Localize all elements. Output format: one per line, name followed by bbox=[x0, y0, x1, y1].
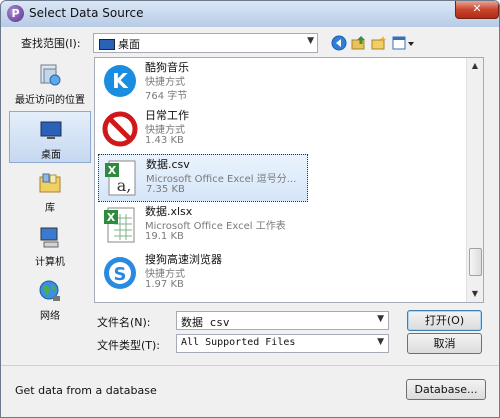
window-title: Select Data Source bbox=[29, 6, 144, 20]
file-size: 7.35 KB bbox=[146, 184, 185, 195]
vertical-scrollbar[interactable]: ▲ ▼ bbox=[466, 58, 483, 302]
views-menu-icon[interactable] bbox=[392, 35, 416, 51]
xlsx-file-icon: X bbox=[104, 207, 135, 243]
file-list[interactable]: K 酷狗音乐 快捷方式 764 字节 日常工作 快捷方式 1.43 KB X a… bbox=[94, 57, 484, 303]
desktop-icon bbox=[99, 39, 115, 50]
place-label: 网络 bbox=[40, 311, 60, 322]
place-label: 最近访问的位置 bbox=[15, 95, 85, 106]
place-computer[interactable]: 计算机 bbox=[9, 219, 91, 271]
place-label: 库 bbox=[45, 203, 55, 214]
cancel-button[interactable]: 取消 bbox=[407, 333, 482, 354]
list-item[interactable]: K 酷狗音乐 快捷方式 764 字节 bbox=[98, 58, 308, 106]
divider bbox=[1, 365, 499, 366]
network-icon bbox=[39, 280, 60, 301]
filename-field[interactable]: 数据 csv ▼ bbox=[176, 311, 389, 330]
lookin-label: 查找范围(I): bbox=[21, 37, 81, 50]
list-item[interactable]: S 搜狗高速浏览器 快捷方式 1.97 KB bbox=[98, 250, 308, 298]
scrollbar-thumb[interactable] bbox=[469, 248, 482, 276]
svg-text:X: X bbox=[107, 211, 116, 224]
chevron-down-icon[interactable]: ▼ bbox=[377, 337, 384, 347]
svg-text:a,: a, bbox=[117, 176, 132, 195]
place-recent[interactable]: 最近访问的位置 bbox=[9, 57, 91, 109]
file-type: Microsoft Office Excel 逗号分... bbox=[146, 174, 297, 185]
up-folder-icon[interactable] bbox=[351, 35, 367, 51]
lookin-value: 桌面 bbox=[118, 38, 140, 51]
file-size: 19.1 KB bbox=[145, 231, 184, 242]
desktop-icon bbox=[40, 121, 62, 139]
file-type: 快捷方式 bbox=[145, 125, 185, 136]
svg-text:S: S bbox=[114, 264, 127, 285]
scroll-down-icon[interactable]: ▼ bbox=[467, 286, 483, 302]
close-button[interactable]: ✕ bbox=[455, 1, 499, 19]
back-icon[interactable] bbox=[331, 35, 347, 51]
database-button[interactable]: Database... bbox=[406, 379, 486, 400]
place-desktop[interactable]: 桌面 bbox=[9, 111, 91, 163]
sogou-browser-icon: S bbox=[104, 257, 136, 289]
libraries-icon bbox=[39, 173, 61, 193]
list-item[interactable]: X 数据.xlsx Microsoft Office Excel 工作表 19.… bbox=[98, 202, 308, 250]
list-item[interactable]: 日常工作 快捷方式 1.43 KB bbox=[98, 106, 308, 154]
file-type: 快捷方式 bbox=[145, 269, 185, 280]
select-data-source-dialog: P Select Data Source ✕ 查找范围(I): 桌面 ▼ 最近访… bbox=[0, 0, 500, 418]
list-item-selected[interactable]: X a, 数据.csv Microsoft Office Excel 逗号分..… bbox=[98, 154, 308, 202]
open-button[interactable]: 打开(O) bbox=[407, 310, 482, 331]
lookin-combo[interactable]: 桌面 ▼ bbox=[93, 33, 318, 53]
filetype-value: All Supported Files bbox=[181, 337, 296, 348]
new-folder-icon[interactable] bbox=[371, 35, 387, 51]
place-libraries[interactable]: 库 bbox=[9, 165, 91, 217]
title-bar: P Select Data Source ✕ bbox=[1, 1, 499, 27]
places-bar: 最近访问的位置 桌面 库 计算机 网络 bbox=[9, 57, 91, 327]
file-size: 764 字节 bbox=[145, 91, 188, 102]
status-text: Get data from a database bbox=[15, 384, 157, 397]
svg-text:K: K bbox=[112, 69, 129, 93]
file-size: 1.43 KB bbox=[145, 135, 184, 146]
place-label: 计算机 bbox=[35, 257, 65, 268]
file-type: Microsoft Office Excel 工作表 bbox=[145, 221, 286, 232]
place-label: 桌面 bbox=[41, 150, 61, 161]
scroll-up-icon[interactable]: ▲ bbox=[467, 58, 483, 74]
app-logo-icon: P bbox=[7, 5, 24, 22]
svg-text:X: X bbox=[108, 164, 117, 177]
filetype-label: 文件类型(T): bbox=[97, 339, 161, 352]
filetype-select[interactable]: All Supported Files ▼ bbox=[176, 334, 389, 353]
filename-label: 文件名(N): bbox=[97, 316, 151, 329]
file-size: 1.97 KB bbox=[145, 279, 184, 290]
kugou-icon: K bbox=[104, 65, 136, 97]
recent-places-icon bbox=[40, 64, 61, 86]
filename-value: 数据 csv bbox=[181, 316, 230, 329]
place-network[interactable]: 网络 bbox=[9, 273, 91, 325]
chevron-down-icon[interactable]: ▼ bbox=[377, 314, 384, 324]
prohibited-icon bbox=[102, 111, 138, 147]
computer-icon bbox=[40, 227, 59, 248]
chevron-down-icon: ▼ bbox=[307, 36, 314, 46]
file-type: 快捷方式 bbox=[145, 77, 185, 88]
csv-file-icon: X a, bbox=[105, 160, 136, 196]
